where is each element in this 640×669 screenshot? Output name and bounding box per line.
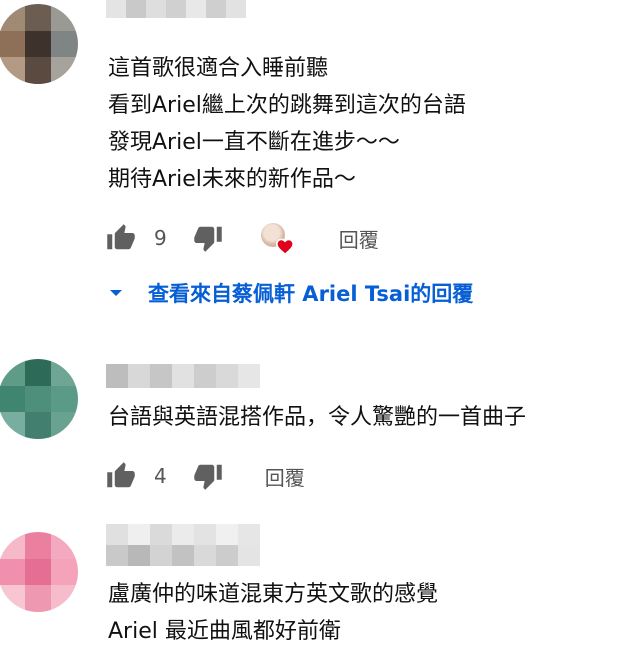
author-name[interactable] xyxy=(106,0,246,18)
comment-text: 這首歌很適合入睡前聽 看到Ariel繼上次的跳舞到這次的台語 發現Ariel一直… xyxy=(108,50,466,198)
thumb-up-icon[interactable] xyxy=(106,223,136,253)
thumb-down-icon[interactable] xyxy=(193,223,223,253)
reply-button[interactable]: 回覆 xyxy=(265,462,305,491)
comment-line: Ariel 最近曲風都好前衛 xyxy=(108,619,341,644)
avatar[interactable] xyxy=(0,359,78,439)
heart-icon xyxy=(275,237,295,255)
thumb-down-icon[interactable] xyxy=(193,461,223,491)
reply-button[interactable]: 回覆 xyxy=(339,224,379,253)
view-replies-button[interactable]: 查看來自蔡佩軒 Ariel Tsai的回覆 xyxy=(106,277,473,309)
comment-line: 期待Ariel未來的新作品～ xyxy=(108,167,356,192)
avatar[interactable] xyxy=(0,532,78,612)
like-count: 9 xyxy=(154,226,167,250)
chevron-down-icon xyxy=(108,288,124,298)
thumb-up-icon[interactable] xyxy=(106,461,136,491)
comment-toolbar: 4 回覆 xyxy=(106,459,305,493)
comment-line: 這首歌很適合入睡前聽 xyxy=(108,56,329,81)
creator-heart xyxy=(257,221,297,255)
avatar[interactable] xyxy=(0,4,78,84)
comment-line: 看到Ariel繼上次的跳舞到這次的台語 xyxy=(108,93,466,118)
comment-line: 發現Ariel一直不斷在進步～～ xyxy=(108,130,400,155)
comment-line: 台語與英語混搭作品，令人驚艷的一首曲子 xyxy=(108,405,527,430)
author-name[interactable] xyxy=(106,364,260,388)
author-name[interactable] xyxy=(106,524,260,566)
comment-toolbar: 9 回覆 xyxy=(106,221,379,255)
comment-text: 盧廣仲的味道混東方英文歌的感覺 Ariel 最近曲風都好前衛 xyxy=(108,576,438,650)
like-count: 4 xyxy=(154,464,167,488)
comment-text: 台語與英語混搭作品，令人驚艷的一首曲子 xyxy=(108,399,526,436)
view-replies-label: 查看來自蔡佩軒 Ariel Tsai的回覆 xyxy=(148,282,474,306)
comment-line: 盧廣仲的味道混東方英文歌的感覺 xyxy=(108,582,439,607)
